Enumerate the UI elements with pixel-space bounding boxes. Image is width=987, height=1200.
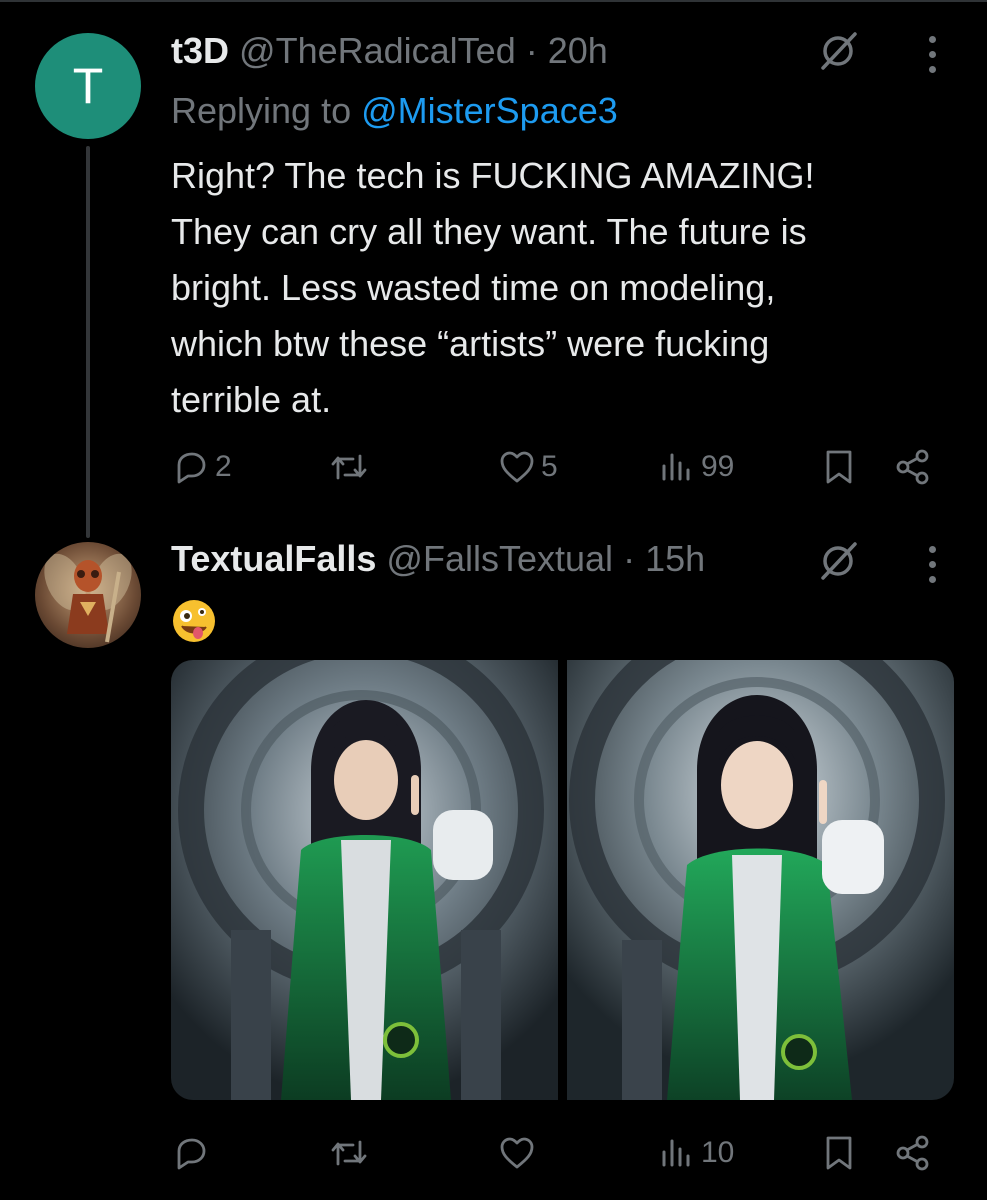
views-icon xyxy=(662,1139,690,1167)
armored-wasp-avatar-image xyxy=(44,553,132,643)
reply-icon xyxy=(177,1138,206,1170)
tweet-header: TextualFalls @FallsTextual · 15h xyxy=(171,538,705,580)
more-icon[interactable] xyxy=(926,546,938,590)
separator-dot: · xyxy=(623,538,636,579)
bookmark-icon xyxy=(826,450,852,484)
more-icon[interactable] xyxy=(926,36,938,80)
timestamp[interactable]: 15h xyxy=(645,538,705,579)
tweet-text-line: Right? The tech is FUCKING AMAZING! xyxy=(171,155,815,196)
reply-button[interactable] xyxy=(171,1128,211,1178)
action-bar: 10 xyxy=(171,1128,951,1178)
display-name[interactable]: t3D xyxy=(171,30,229,71)
action-bar: 2 5 99 xyxy=(171,442,951,492)
grok-icon[interactable] xyxy=(818,30,860,72)
views-count: 10 xyxy=(701,1136,735,1169)
like-icon xyxy=(500,451,534,483)
bookmark-button[interactable] xyxy=(819,442,859,492)
like-button[interactable] xyxy=(497,1128,537,1178)
avatar[interactable] xyxy=(35,542,141,648)
share-button[interactable] xyxy=(893,442,933,492)
reply-icon xyxy=(177,452,206,484)
bookmark-button[interactable] xyxy=(819,1128,859,1178)
retweet-icon xyxy=(331,454,367,480)
tweet-text-line: They can cry all they want. The future i… xyxy=(171,211,807,252)
tweet-header: t3D @TheRadicalTed · 20h xyxy=(171,30,608,72)
retweet-button[interactable] xyxy=(329,1128,369,1178)
zany-face-emoji xyxy=(173,600,215,642)
retweet-icon xyxy=(331,1140,367,1166)
tweet-text-line: terrible at. xyxy=(171,379,332,420)
bookmark-icon xyxy=(826,1136,852,1170)
avatar[interactable]: T xyxy=(35,33,141,139)
separator-dot: · xyxy=(525,30,538,71)
display-name[interactable]: TextualFalls xyxy=(171,538,376,579)
thread-connector-line xyxy=(86,146,90,538)
handle[interactable]: @FallsTextual xyxy=(386,538,613,579)
views-count: 99 xyxy=(701,450,735,483)
timestamp[interactable]: 20h xyxy=(548,30,608,71)
like-button[interactable]: 5 xyxy=(497,442,558,492)
handle[interactable]: @TheRadicalTed xyxy=(239,30,516,71)
views-button[interactable]: 99 xyxy=(657,442,734,492)
share-icon xyxy=(896,449,929,485)
media-image-left[interactable] xyxy=(171,660,558,1100)
reply-count: 2 xyxy=(215,450,232,483)
game-character-image xyxy=(567,660,954,1100)
grok-icon[interactable] xyxy=(818,540,860,582)
like-icon xyxy=(500,1137,534,1169)
views-button[interactable]: 10 xyxy=(657,1128,734,1178)
share-icon xyxy=(896,1135,929,1171)
tweet-text-line: which btw these “artists” were fucking xyxy=(171,323,770,364)
media-image-right[interactable] xyxy=(567,660,954,1100)
mention-link[interactable]: @MisterSpace3 xyxy=(361,90,618,131)
retweet-button[interactable] xyxy=(329,442,369,492)
share-button[interactable] xyxy=(893,1128,933,1178)
like-count: 5 xyxy=(541,450,558,483)
game-character-image xyxy=(171,660,558,1100)
tweet-text: Right? The tech is FUCKING AMAZING! They… xyxy=(171,148,931,428)
replying-prefix: Replying to xyxy=(171,90,352,131)
replying-to: Replying to @MisterSpace3 xyxy=(171,90,618,132)
views-icon xyxy=(662,453,690,481)
tweet-text-line: bright. Less wasted time on modeling, xyxy=(171,267,776,308)
avatar-letter: T xyxy=(72,58,104,114)
reply-button[interactable]: 2 xyxy=(171,442,232,492)
top-divider xyxy=(0,0,987,2)
